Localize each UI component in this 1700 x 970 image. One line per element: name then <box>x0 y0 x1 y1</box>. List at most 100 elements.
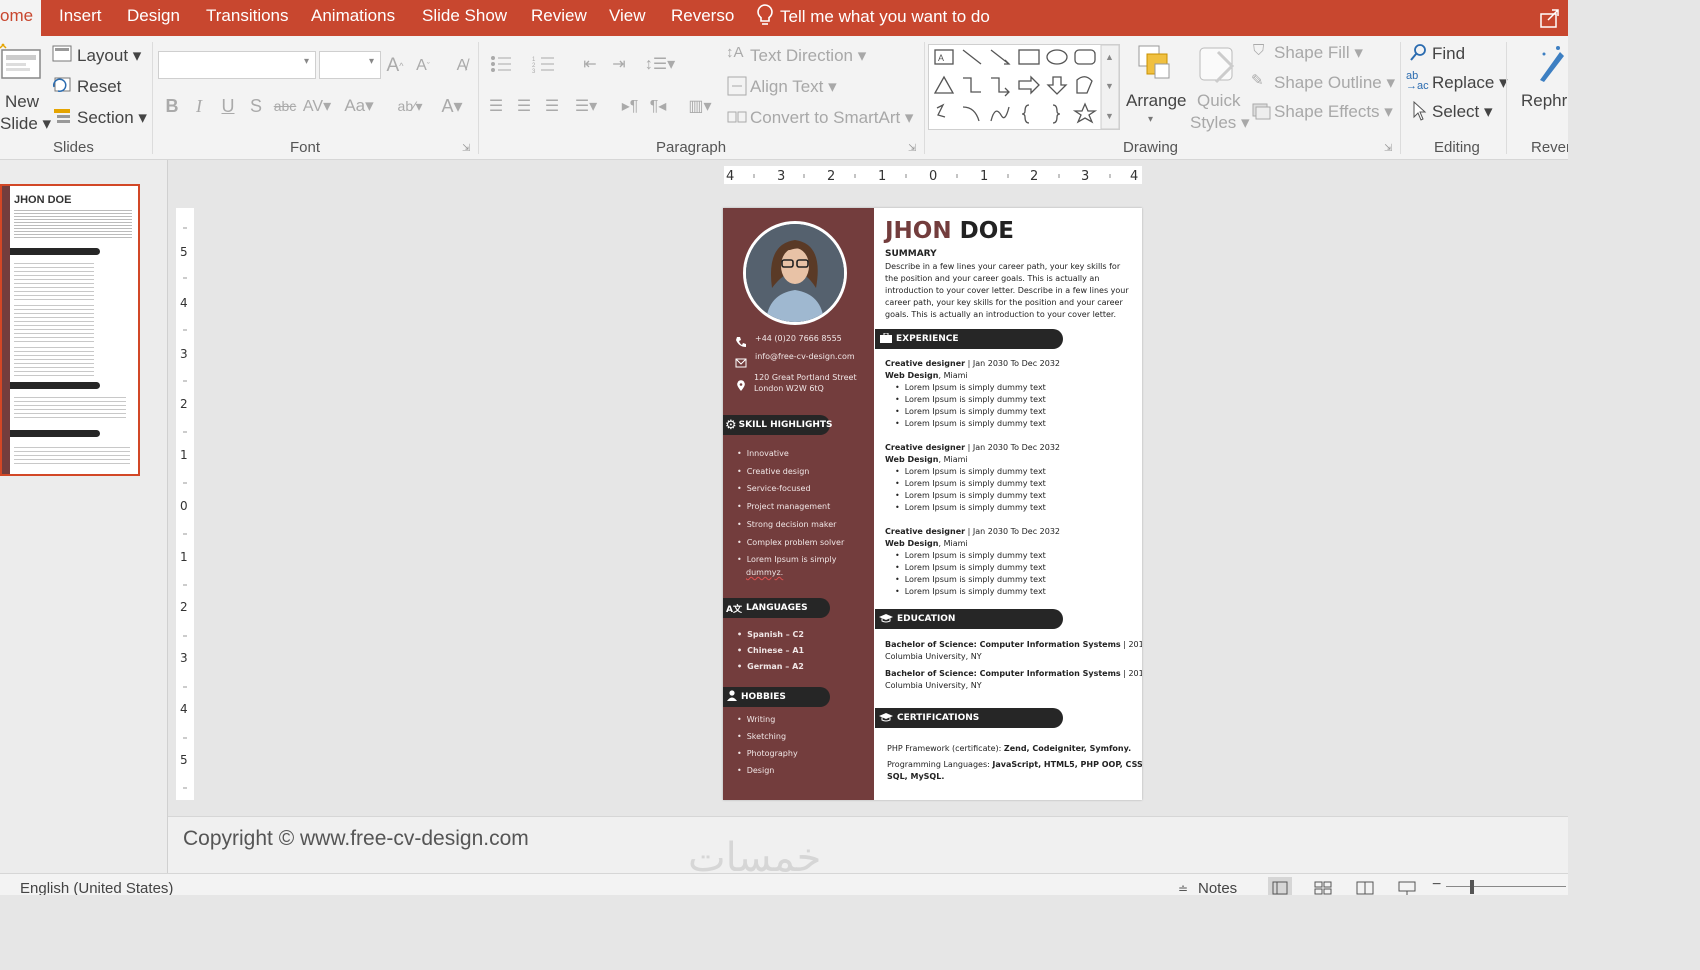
find-icon <box>1409 42 1429 62</box>
highlight-icon[interactable]: ab⁄▾ <box>392 94 428 118</box>
reading-view-icon[interactable] <box>1354 877 1376 895</box>
quick-styles-label-2[interactable]: Styles ▾ <box>1190 113 1250 133</box>
decrease-font-icon[interactable]: Aˇ <box>413 54 433 78</box>
numbering-icon[interactable]: 123 <box>527 52 567 76</box>
quick-styles-icon[interactable] <box>1196 42 1240 88</box>
thumb-exp-lines-1 <box>14 260 94 300</box>
job-company: Web Design <box>885 539 939 548</box>
job-bullet: Lorem Ipsum is simply dummy text <box>895 467 1046 476</box>
zoom-out-icon[interactable]: − <box>1432 876 1441 894</box>
tab-design[interactable]: Design <box>127 6 180 26</box>
lightbulb-icon <box>756 3 774 31</box>
layout-button[interactable]: Layout ▾ <box>77 46 141 66</box>
normal-view-icon[interactable] <box>1268 877 1292 895</box>
job-company-line: Web Design, Miami <box>885 539 968 548</box>
thumb-name: JHON DOE <box>14 194 72 206</box>
bullets-icon[interactable] <box>484 52 524 76</box>
increase-font-icon[interactable]: A ^ <box>385 54 405 78</box>
phone-icon <box>735 333 747 347</box>
italic-icon[interactable]: I <box>190 94 208 118</box>
rtl-icon[interactable]: ¶◂ <box>646 94 670 118</box>
align-left-icon[interactable]: ☰ <box>484 94 508 118</box>
reset-button[interactable]: Reset <box>77 77 121 97</box>
font-color-icon[interactable]: A▾ <box>436 94 468 118</box>
quick-styles-label[interactable]: Quick <box>1197 91 1240 111</box>
strikethrough-icon[interactable]: abc <box>272 94 298 118</box>
font-name-input[interactable]: ▾ <box>158 51 316 79</box>
thumb-cert-lines <box>14 444 130 466</box>
slide-thumbnail-1[interactable]: JHON DOE <box>0 184 140 476</box>
tab-insert[interactable]: Insert <box>59 6 102 26</box>
slide-sorter-icon[interactable] <box>1312 877 1334 895</box>
new-slide-label[interactable]: New <box>5 92 39 112</box>
job-dates: Jan 2030 To Dec 2032 <box>972 443 1060 452</box>
thumb-education-bar <box>10 382 100 389</box>
zoom-slider-thumb[interactable] <box>1470 880 1474 894</box>
bold-icon[interactable]: B <box>163 94 181 118</box>
find-button[interactable]: Find <box>1432 44 1465 64</box>
increase-indent-icon[interactable]: ⇥ <box>606 52 632 76</box>
svg-text:A: A <box>938 53 944 63</box>
slide-canvas[interactable]: +44 (0)20 7666 8555 info@free-cv-design.… <box>723 208 1142 800</box>
tab-reverso[interactable]: Reverso <box>671 6 734 26</box>
dialog-launcher-icon[interactable]: ⇲ <box>908 143 916 154</box>
shape-fill-button[interactable]: Shape Fill ▾ <box>1274 43 1363 63</box>
align-text-button[interactable]: Align Text ▾ <box>750 77 837 97</box>
language-status[interactable]: English (United States) <box>20 880 173 895</box>
contact-address-line-1: 120 Great Portland Street <box>754 373 857 382</box>
hobby-item: Writing <box>737 715 776 724</box>
shadow-icon[interactable]: S <box>247 94 265 118</box>
font-size-input[interactable]: ▾ <box>319 51 381 79</box>
share-icon[interactable] <box>1538 6 1562 30</box>
convert-smartart-button[interactable]: Convert to SmartArt ▾ <box>750 108 913 128</box>
hobbies-heading: HOBBIES <box>741 692 786 702</box>
ltr-icon[interactable]: ▸¶ <box>618 94 642 118</box>
rephrase-button[interactable]: Rephra <box>1521 91 1568 111</box>
svg-text:▼: ▼ <box>1105 81 1114 91</box>
tell-me-search[interactable]: Tell me what you want to do <box>780 7 990 27</box>
change-case-icon[interactable]: Aa▾ <box>341 94 377 118</box>
line-spacing-icon[interactable]: ↕☰▾ <box>640 52 680 76</box>
columns-icon[interactable]: ▥▾ <box>680 94 720 118</box>
arrange-button[interactable]: Arrange <box>1126 91 1186 111</box>
tab-home[interactable]: ome <box>0 0 42 36</box>
briefcase-icon <box>880 332 892 346</box>
char-spacing-icon[interactable]: AV▾ <box>302 94 332 118</box>
new-slide-label-2[interactable]: Slide ▾ <box>0 114 51 134</box>
justify-icon[interactable]: ☰▾ <box>568 94 604 118</box>
tab-view[interactable]: View <box>609 6 646 26</box>
shapes-gallery[interactable]: A ▲ ▼ ▼ <box>928 44 1120 130</box>
shape-outline-button[interactable]: Shape Outline ▾ <box>1274 73 1395 93</box>
dialog-launcher-icon[interactable]: ⇲ <box>1384 143 1392 154</box>
underline-icon[interactable]: U <box>219 94 237 118</box>
arrange-icon[interactable] <box>1135 42 1177 86</box>
decrease-indent-icon[interactable]: ⇤ <box>577 52 603 76</box>
tab-transitions[interactable]: Transitions <box>206 6 289 26</box>
summary-line: career path, your key skills for the pos… <box>885 298 1123 307</box>
dialog-launcher-icon[interactable]: ⇲ <box>462 143 470 154</box>
align-center-icon[interactable]: ☰ <box>512 94 536 118</box>
notes-icon: ≐ <box>1178 882 1189 895</box>
thumb-exp-lines-3 <box>14 344 94 378</box>
education-degree: Bachelor of Science: Computer Informatio… <box>885 669 1121 678</box>
shape-effects-button[interactable]: Shape Effects ▾ <box>1274 102 1393 122</box>
rephrase-icon[interactable] <box>1534 42 1568 86</box>
job-company: Web Design <box>885 371 939 380</box>
tab-review[interactable]: Review <box>531 6 587 26</box>
notes-pane[interactable]: Copyright © www.free-cv-design.com خمسات <box>168 816 1568 881</box>
clear-formatting-icon[interactable]: A̸ <box>450 54 474 78</box>
slideshow-icon[interactable] <box>1396 877 1418 895</box>
select-button[interactable]: Select ▾ <box>1432 102 1493 122</box>
text-direction-button[interactable]: Text Direction ▾ <box>750 46 866 66</box>
new-slide-icon[interactable] <box>0 42 44 86</box>
group-separator <box>478 42 479 154</box>
zoom-slider-track[interactable] <box>1446 886 1566 887</box>
replace-button[interactable]: Replace ▾ <box>1432 73 1508 93</box>
align-right-icon[interactable]: ☰ <box>540 94 564 118</box>
section-button[interactable]: Section ▾ <box>77 108 147 128</box>
svg-text:4: 4 <box>180 702 188 716</box>
ruler-label: 3 <box>1081 169 1089 184</box>
tab-animations[interactable]: Animations <box>311 6 395 26</box>
notes-button[interactable]: Notes <box>1198 880 1237 895</box>
tab-slide-show[interactable]: Slide Show <box>422 6 507 26</box>
